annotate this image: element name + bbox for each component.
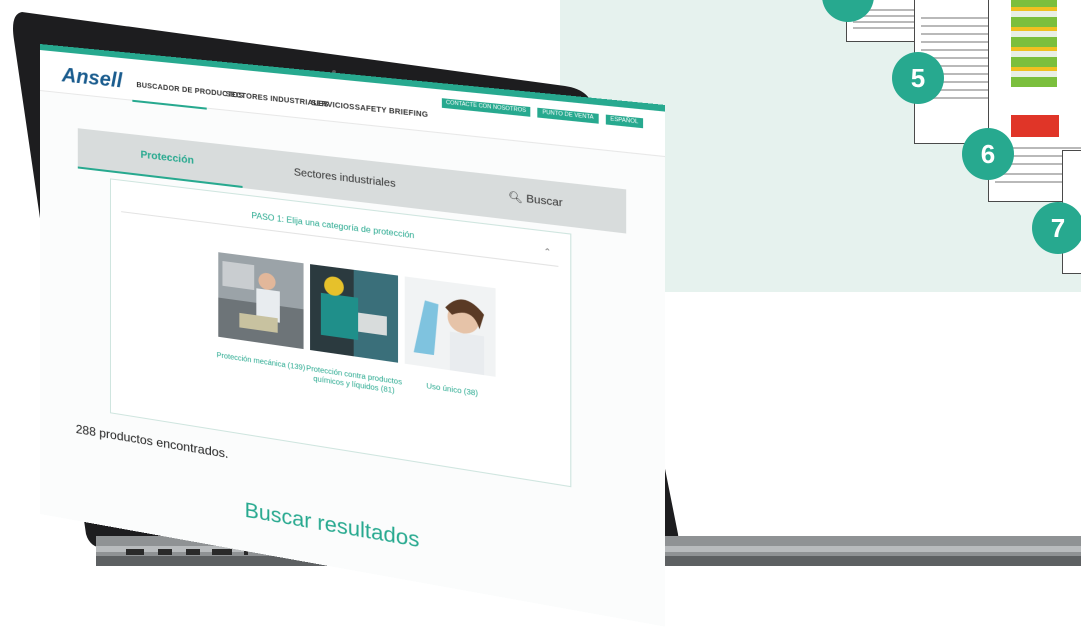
chevron-up-icon[interactable]: ⌃ <box>544 247 552 258</box>
category-image-mechanical[interactable] <box>218 252 304 350</box>
ansell-logo[interactable]: Ansell <box>62 64 122 93</box>
nav-active-underline <box>132 99 207 110</box>
language-selector[interactable]: ESPAÑOL <box>605 114 644 129</box>
category-image-chemical[interactable] <box>310 264 399 363</box>
search-icon: 🔍︎ <box>508 191 523 206</box>
point-of-sale-link[interactable]: PUNTO DE VENTA <box>537 107 599 124</box>
category-label-chemical[interactable]: Protección contra productos químicos y l… <box>304 364 405 398</box>
tab-industrial-sectors[interactable]: Sectores industriales <box>294 167 396 190</box>
nav-services[interactable]: SERVICIOS <box>311 100 354 112</box>
category-label-single-use[interactable]: Uso único (38) <box>400 378 505 403</box>
contact-link[interactable]: CONTACTE CON NOSOTROS <box>441 98 531 117</box>
tab-search-label: Buscar <box>526 193 563 210</box>
tab-search[interactable]: 🔍︎ Buscar <box>508 191 562 209</box>
category-label-mechanical[interactable]: Protección mecánica (139) <box>212 350 310 374</box>
category-image-single-use[interactable] <box>404 276 496 377</box>
tab-protection[interactable]: Protección <box>141 149 194 166</box>
search-results-heading: Buscar resultados <box>244 499 420 553</box>
nav-safety-briefing[interactable]: SAFETY BRIEFING <box>355 104 428 119</box>
